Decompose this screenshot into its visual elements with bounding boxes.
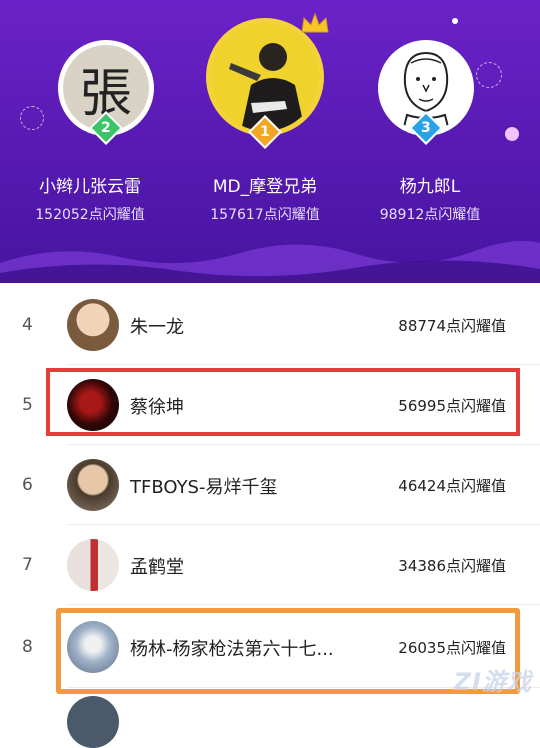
user-avatar[interactable] bbox=[67, 696, 119, 748]
podium-name-2[interactable]: 小辫儿张云雷 bbox=[0, 172, 180, 197]
user-score: 34386点闪耀值 bbox=[398, 557, 506, 575]
rank-number: 6 bbox=[22, 475, 33, 495]
user-score: 88774点闪耀值 bbox=[398, 317, 506, 335]
watermark-logo: ZI游戏 bbox=[453, 668, 532, 696]
user-avatar[interactable] bbox=[67, 539, 119, 591]
crown-icon bbox=[301, 12, 329, 33]
podium-name-1[interactable]: MD_摩登兄弟 bbox=[175, 172, 355, 197]
divider bbox=[67, 604, 540, 605]
list-item[interactable]: 7 孟鹤堂 34386点闪耀值 bbox=[0, 525, 540, 605]
podium-name-3[interactable]: 杨九郎L bbox=[340, 172, 520, 197]
user-name[interactable]: TFBOYS-易烊千玺 bbox=[130, 473, 277, 499]
list-item[interactable]: 4 朱一龙 88774点闪耀值 bbox=[0, 285, 540, 365]
wave-decoration bbox=[0, 241, 540, 283]
rank-number: 5 bbox=[22, 395, 33, 415]
rank-number: 7 bbox=[22, 555, 33, 575]
highlight-box-red bbox=[46, 368, 520, 436]
user-avatar[interactable] bbox=[67, 459, 119, 511]
user-name[interactable]: 孟鹤堂 bbox=[130, 553, 184, 579]
sparkle-decoration bbox=[20, 106, 44, 130]
sparkle-decoration bbox=[476, 62, 502, 88]
sparkle-decoration bbox=[505, 127, 519, 141]
user-score: 46424点闪耀值 bbox=[398, 477, 506, 495]
sparkle-decoration bbox=[452, 18, 458, 24]
rank-number: 8 bbox=[22, 637, 33, 657]
leaderboard-podium: 張 2 小辫儿张云雷 152052点闪耀值 1 MD_摩登兄弟 157617点闪… bbox=[0, 0, 540, 283]
user-avatar[interactable] bbox=[67, 299, 119, 351]
user-name[interactable]: 朱一龙 bbox=[130, 313, 184, 339]
highlight-box-orange bbox=[56, 608, 520, 694]
rank-number: 4 bbox=[22, 315, 33, 335]
list-item[interactable]: 6 TFBOYS-易烊千玺 46424点闪耀值 bbox=[0, 445, 540, 525]
